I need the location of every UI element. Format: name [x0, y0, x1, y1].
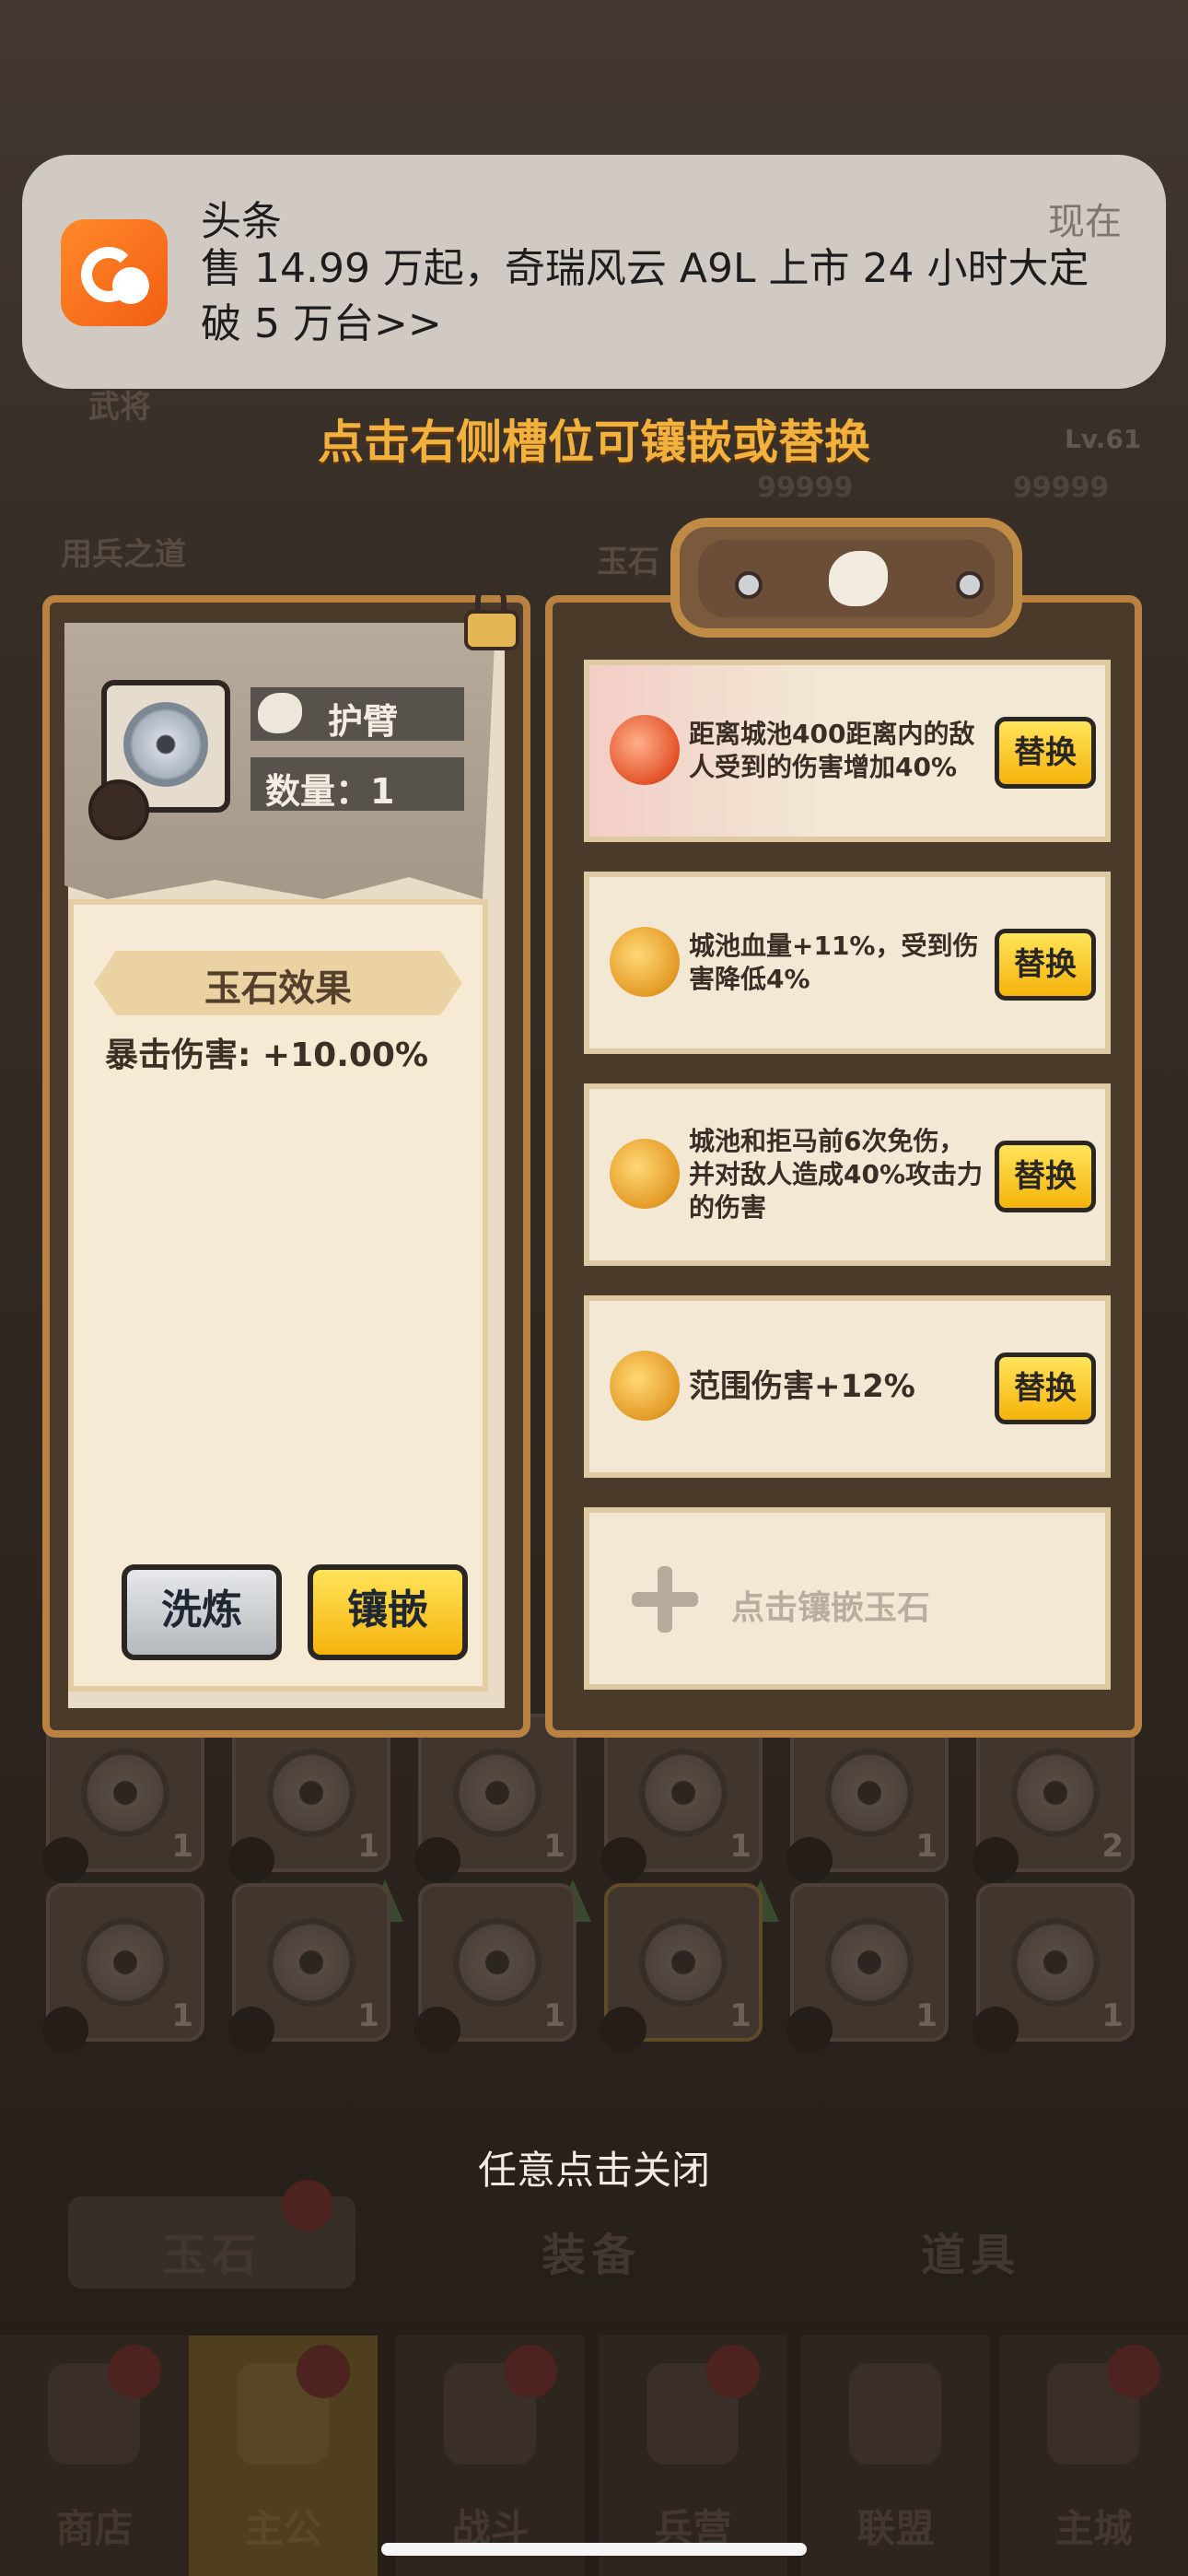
plus-icon [632, 1566, 698, 1633]
refine-button[interactable]: 洗炼 [122, 1564, 282, 1660]
jade-detail-content: 护臂 数量：1 玉石效果 暴击伤害: +10.00% 洗炼 镶嵌 [42, 595, 530, 1738]
slot-effect-text: 城池血量+11%，受到伤害降低4% [689, 931, 979, 994]
tap-to-close-text[interactable]: 任意点击关闭 [0, 2139, 1188, 2195]
bolt-icon [735, 571, 763, 599]
replace-button[interactable]: 替换 [995, 717, 1096, 789]
unlock-icon[interactable] [459, 582, 523, 650]
toutiao-app-icon [61, 219, 168, 326]
push-notification[interactable]: 头条 现在 售 14.99 万起，奇瑞风云 A9L 上市 24 小时大定破 5 … [22, 155, 1166, 389]
item-quantity: 数量：1 [265, 771, 395, 812]
effect-stat: 暴击伤害: +10.00% [105, 1036, 429, 1074]
item-name-bar: 护臂 [250, 687, 464, 742]
replace-button[interactable]: 替换 [995, 929, 1096, 1001]
inlay-button[interactable]: 镶嵌 [308, 1564, 468, 1660]
jade-slot-2[interactable]: 城池血量+11%，受到伤害降低4% 替换 [584, 872, 1111, 1054]
empty-slot-text: 点击镶嵌玉石 [731, 1589, 931, 1627]
notification-time: 现在 [1048, 201, 1122, 243]
slots-plaque [670, 518, 1022, 638]
notification-app-name: 头条 [201, 198, 282, 245]
jade-slot-empty[interactable]: 点击镶嵌玉石 [584, 1507, 1111, 1690]
gold-jade-orb-icon [610, 1351, 680, 1421]
jade-disc-icon [123, 702, 208, 787]
slot-effect-text: 城池和拒马前6次免伤，并对敌人造成40%攻击力的伤害 [689, 1126, 984, 1223]
gold-jade-orb-icon [610, 927, 680, 997]
item-quantity-bar: 数量：1 [250, 757, 464, 812]
gold-jade-orb-icon [610, 1139, 680, 1209]
jade-slot-3[interactable]: 城池和拒马前6次免伤，并对敌人造成40%攻击力的伤害 替换 [584, 1083, 1111, 1266]
jade-slot-4[interactable]: 范围伤害+12% 替换 [584, 1295, 1111, 1478]
replace-button[interactable]: 替换 [995, 1141, 1096, 1212]
armguard-icon [829, 551, 888, 606]
bolt-icon [956, 571, 984, 599]
slot-effect-text: 距离城池400距离内的敌人受到的伤害增加40% [689, 719, 975, 782]
item-name: 护臂 [328, 701, 399, 742]
effect-title: 玉石效果 [204, 967, 352, 1010]
replace-button[interactable]: 替换 [995, 1352, 1096, 1424]
red-jade-orb-icon [610, 715, 680, 785]
inlay-hint-text: 点击右侧槽位可镶嵌或替换 [318, 416, 870, 469]
notification-body: 售 14.99 万起，奇瑞风云 A9L 上市 24 小时大定破 5 万台>> [201, 245, 1089, 347]
armguard-icon [258, 693, 302, 733]
slot-effect-text: 范围伤害+12% [689, 1368, 915, 1405]
home-indicator[interactable] [381, 2543, 807, 2556]
jade-slot-1[interactable]: 距离城池400距离内的敌人受到的伤害增加40% 替换 [584, 660, 1111, 842]
armguard-badge-icon [88, 779, 149, 840]
